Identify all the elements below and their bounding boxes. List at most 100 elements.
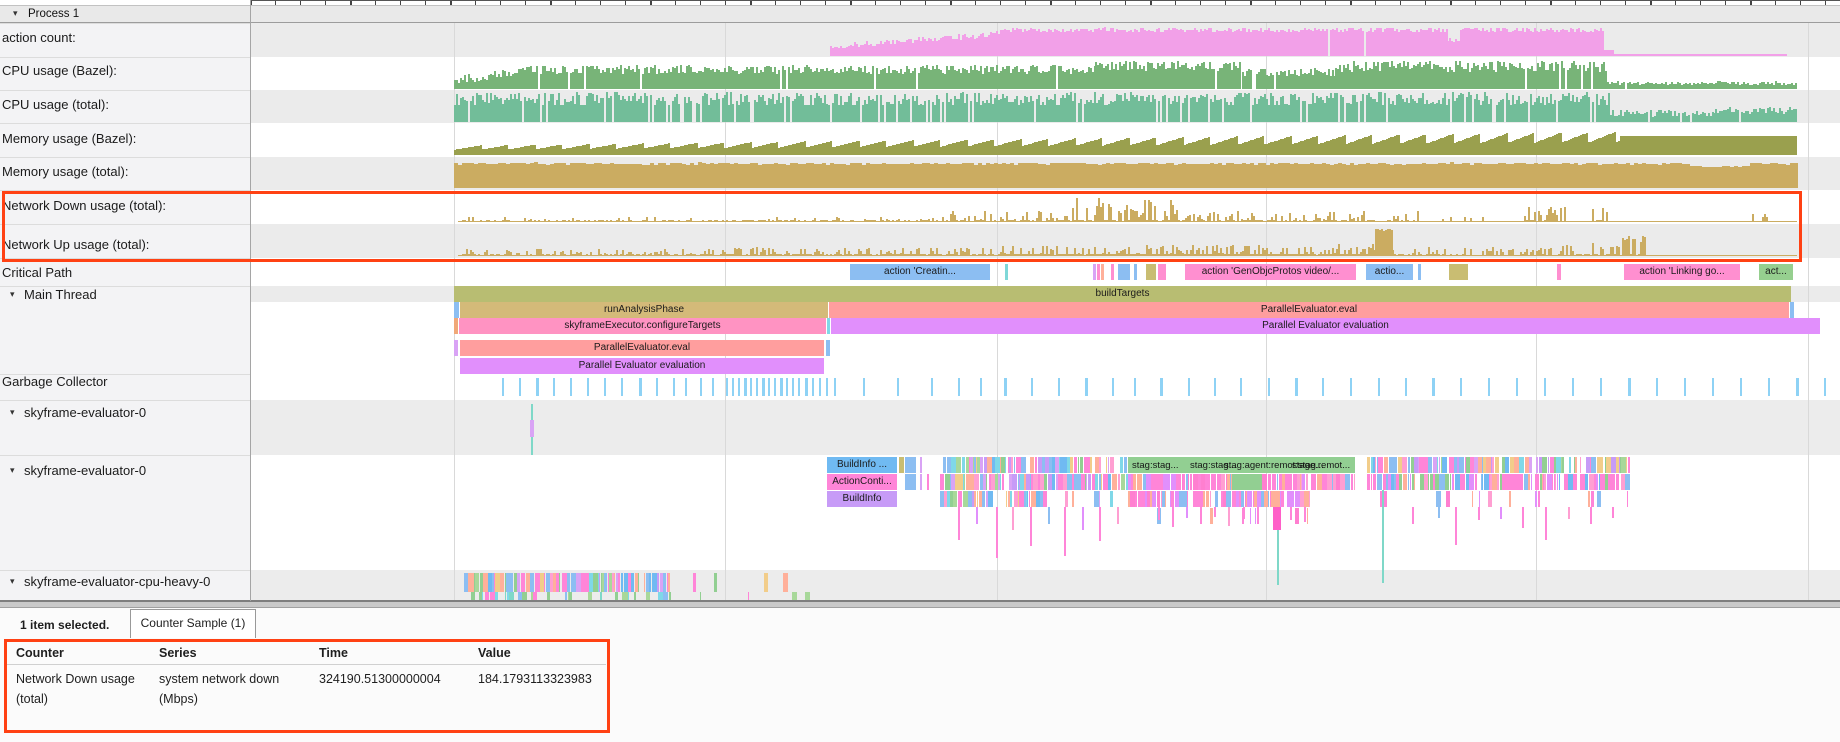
main-thread-slice[interactable]: runAnalysisPhase (460, 302, 828, 318)
gc-event-tick[interactable] (826, 378, 828, 396)
gc-event-tick[interactable] (738, 378, 740, 396)
gc-event-tick[interactable] (673, 378, 675, 396)
main-thread-slice[interactable] (454, 318, 458, 334)
horizontal-splitter[interactable] (0, 600, 1840, 608)
gc-event-tick[interactable] (792, 378, 794, 396)
cpu-heavy-strip[interactable] (462, 592, 672, 600)
sky2-descender[interactable] (1012, 507, 1014, 530)
sky2-labeled-slice[interactable]: ActionConti... (827, 474, 897, 490)
gc-event-tick[interactable] (1712, 378, 1714, 396)
gc-event-tick[interactable] (553, 378, 555, 396)
main-thread-slice[interactable] (1790, 302, 1794, 318)
sky2-descender[interactable] (1064, 507, 1066, 556)
sky2-descender[interactable] (1117, 507, 1119, 524)
tab-counter-sample[interactable]: Counter Sample (1) (130, 609, 256, 638)
gc-event-tick[interactable] (726, 378, 728, 396)
gc-event-tick[interactable] (1628, 378, 1631, 396)
gc-event-tick[interactable] (980, 378, 982, 396)
gc-event-tick[interactable] (1058, 378, 1060, 396)
gc-event-tick[interactable] (570, 378, 572, 396)
sky2-descender[interactable] (1048, 507, 1050, 524)
gc-event-tick[interactable] (712, 378, 714, 396)
gc-event-tick[interactable] (756, 378, 758, 396)
critical-path-slice[interactable] (1134, 264, 1137, 280)
sky2-slice[interactable] (927, 474, 929, 490)
main-thread-slice[interactable] (827, 318, 830, 334)
sky2-strip[interactable] (940, 491, 1040, 507)
sky2-strip[interactable] (1128, 491, 1310, 507)
main-thread-slice[interactable]: skyframeExecutor.configureTargets (459, 318, 826, 334)
sky2-descender[interactable] (1612, 507, 1614, 518)
sky2-slice[interactable] (920, 457, 922, 473)
collapse-arrow-icon[interactable]: ▾ (10, 465, 15, 476)
sky2-descender[interactable] (1030, 507, 1032, 546)
gc-event-tick[interactable] (958, 378, 960, 396)
gc-event-tick[interactable] (1460, 378, 1462, 396)
critical-path-slice[interactable] (1093, 264, 1096, 280)
sky2-descender[interactable] (1273, 507, 1281, 530)
sky2-descender[interactable] (1478, 507, 1480, 520)
gc-event-tick[interactable] (1488, 378, 1490, 396)
track-label-group[interactable]: ▾skyframe-evaluator-cpu-heavy-0 (0, 574, 250, 589)
sky2-descender[interactable] (1545, 507, 1547, 540)
gc-event-tick[interactable] (502, 378, 504, 396)
gc-event-tick[interactable] (762, 378, 765, 396)
histogram-memory-usage-bazel[interactable] (0, 125, 1840, 155)
sky2-descender[interactable] (1290, 507, 1292, 520)
sky2-descender[interactable] (1228, 507, 1230, 526)
gc-event-tick[interactable] (1112, 378, 1114, 396)
gc-event-tick[interactable] (812, 378, 814, 396)
gc-event-tick[interactable] (1740, 378, 1742, 396)
collapse-arrow-icon[interactable]: ▾ (13, 8, 18, 19)
critical-path-slice[interactable] (1118, 264, 1130, 280)
critical-path-slice[interactable]: action 'GenObjcProtos video/... (1185, 264, 1356, 280)
main-thread-slice[interactable] (454, 340, 458, 356)
critical-path-slice[interactable] (1449, 264, 1468, 280)
sky2-descender[interactable] (1382, 490, 1384, 583)
main-thread-slice[interactable]: ParallelEvaluator.eval (829, 302, 1789, 318)
sky2-descender[interactable] (1172, 507, 1174, 527)
gc-event-tick[interactable] (774, 378, 776, 396)
critical-path-slice[interactable] (1097, 264, 1100, 280)
gc-event-tick[interactable] (834, 378, 836, 396)
sky2-descender[interactable] (1522, 507, 1524, 528)
sky2-descender[interactable] (1277, 530, 1279, 585)
gc-event-tick[interactable] (1656, 378, 1658, 396)
gc-event-tick[interactable] (768, 378, 770, 396)
main-thread-slice[interactable]: Parallel Evaluator evaluation (460, 358, 824, 374)
gc-event-tick[interactable] (931, 378, 933, 396)
sky2-slice[interactable] (920, 474, 922, 490)
sky2-slice[interactable] (905, 457, 916, 473)
main-thread-slice[interactable]: ParallelEvaluator.eval (460, 340, 824, 356)
critical-path-slice[interactable]: action 'Linking go... (1624, 264, 1740, 280)
gc-event-tick[interactable] (1031, 378, 1033, 396)
sky2-descender[interactable] (1568, 507, 1570, 519)
sky2-descender[interactable] (1438, 507, 1440, 518)
sky2-descender[interactable] (1186, 507, 1188, 518)
gc-event-tick[interactable] (786, 378, 788, 396)
gc-event-tick[interactable] (897, 378, 899, 396)
gc-event-tick[interactable] (1350, 378, 1352, 396)
gc-event-tick[interactable] (536, 378, 539, 396)
histogram-action-count[interactable] (0, 25, 1840, 56)
gc-event-tick[interactable] (750, 378, 752, 396)
sky2-descender[interactable] (976, 507, 978, 524)
gc-event-tick[interactable] (819, 378, 821, 396)
sky2-strip[interactable] (940, 474, 1128, 490)
gc-event-tick[interactable] (639, 378, 642, 396)
histogram-cpu-usage-bazel[interactable] (0, 59, 1840, 89)
sky2-descender[interactable] (1500, 507, 1502, 519)
gc-event-tick[interactable] (700, 378, 702, 396)
sky2-descender[interactable] (1158, 507, 1160, 520)
gc-event-tick[interactable] (604, 378, 606, 396)
sky2-strip[interactable] (1262, 474, 1355, 490)
sky2-descender[interactable] (1214, 507, 1216, 517)
gc-event-tick[interactable] (1240, 378, 1242, 396)
main-thread-slice[interactable]: Parallel Evaluator evaluation (831, 318, 1820, 334)
gc-event-tick[interactable] (1405, 378, 1407, 396)
critical-path-slice[interactable] (1101, 264, 1104, 280)
cpu-heavy-strip[interactable] (458, 573, 670, 592)
sky2-descender[interactable] (1099, 507, 1101, 541)
critical-path-slice[interactable] (1418, 264, 1421, 280)
gc-event-tick[interactable] (519, 378, 521, 396)
